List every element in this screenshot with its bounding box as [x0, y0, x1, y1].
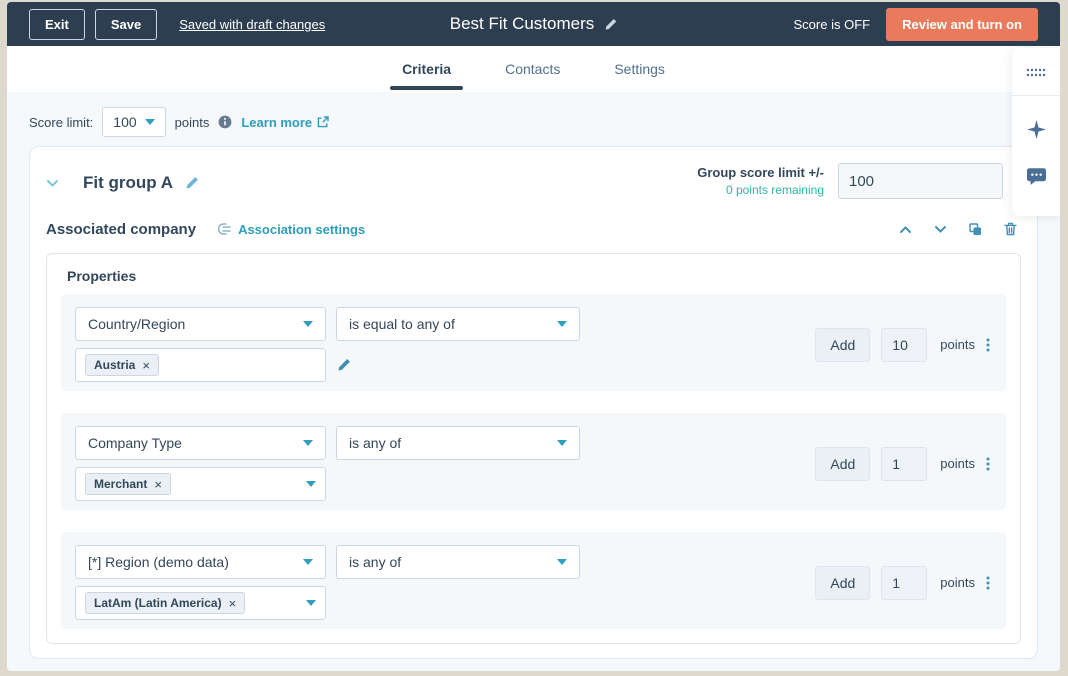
add-button[interactable]: Add — [815, 328, 870, 362]
score-limit-dropdown[interactable]: 100 — [102, 107, 165, 137]
row-options-dots-icon[interactable] — [986, 576, 990, 590]
collapse-chevron-icon[interactable] — [46, 179, 59, 188]
top-bar: Exit Save Saved with draft changes Best … — [7, 2, 1060, 46]
chevron-down-icon — [145, 119, 155, 125]
points-input[interactable] — [881, 328, 927, 362]
delete-trash-icon[interactable] — [1004, 222, 1017, 236]
association-icon — [218, 223, 232, 235]
properties-container: Properties Country/Region is equal to an… — [46, 253, 1021, 644]
group-name: Fit group A — [83, 173, 173, 193]
chevron-down-icon — [303, 440, 313, 446]
points-unit-label: points — [940, 337, 975, 352]
points-remaining-text: 0 points remaining — [697, 183, 824, 197]
chevron-down-icon — [557, 559, 567, 565]
value-chip: LatAm (Latin America) × — [85, 592, 245, 614]
chip-label: LatAm (Latin America) — [94, 596, 222, 610]
score-limit-value: 100 — [113, 114, 136, 130]
value-multiselect-box[interactable]: Merchant × — [75, 467, 326, 501]
info-icon[interactable] — [218, 115, 232, 129]
property-select-value: Country/Region — [88, 316, 185, 332]
operator-select-value: is any of — [349, 554, 401, 570]
draft-status-link[interactable]: Saved with draft changes — [179, 17, 325, 32]
chevron-down-icon — [557, 440, 567, 446]
ai-sparkle-icon[interactable] — [1027, 120, 1046, 144]
chevron-down-icon — [557, 321, 567, 327]
association-settings-label: Association settings — [238, 222, 365, 237]
group-score-limit-label: Group score limit +/- — [697, 165, 824, 180]
add-button[interactable]: Add — [815, 566, 870, 600]
association-settings-link[interactable]: Association settings — [218, 222, 365, 237]
duplicate-icon[interactable] — [969, 223, 982, 236]
property-select-value: Company Type — [88, 435, 182, 451]
chevron-down-icon — [306, 481, 316, 487]
content-area: Score limit: 100 points Learn more — [7, 92, 1060, 671]
fit-group-header: Fit group A Group score limit +/- 0 poin… — [46, 163, 1021, 199]
external-link-icon — [317, 116, 329, 128]
value-chip: Merchant × — [85, 473, 171, 495]
chevron-down-icon — [306, 600, 316, 606]
chevron-down-icon — [303, 321, 313, 327]
group-actions — [899, 222, 1021, 236]
page-title-wrap: Best Fit Customers — [450, 14, 618, 34]
points-unit-label: points — [940, 575, 975, 590]
chevron-down-icon — [303, 559, 313, 565]
properties-heading: Properties — [67, 268, 1006, 284]
group-score-limit-input[interactable] — [838, 163, 1003, 199]
condition-row-company-type: Company Type is any of Mercha — [61, 413, 1006, 510]
associated-company-row: Associated company Association settings — [46, 215, 1021, 243]
score-limit-unit: points — [175, 115, 210, 130]
property-select[interactable]: Country/Region — [75, 307, 326, 341]
value-multiselect-box[interactable]: LatAm (Latin America) × — [75, 586, 326, 620]
topbar-right: Score is OFF Review and turn on — [794, 8, 1038, 41]
app-window: Exit Save Saved with draft changes Best … — [7, 2, 1060, 671]
move-down-chevron-icon[interactable] — [934, 225, 947, 234]
tab-contacts[interactable]: Contacts — [501, 46, 564, 92]
row-options-dots-icon[interactable] — [986, 338, 990, 352]
chip-label: Austria — [94, 358, 135, 372]
tab-bar: Criteria Contacts Settings — [7, 46, 1060, 92]
chip-label: Merchant — [94, 477, 147, 491]
row-options-dots-icon[interactable] — [986, 457, 990, 471]
add-button[interactable]: Add — [815, 447, 870, 481]
edit-group-pencil-icon[interactable] — [185, 176, 199, 190]
page-title: Best Fit Customers — [450, 14, 595, 34]
condition-row-region: [*] Region (demo data) is any of — [61, 532, 1006, 629]
floating-tools-panel — [1012, 48, 1060, 216]
save-button[interactable]: Save — [95, 9, 157, 40]
tab-settings[interactable]: Settings — [610, 46, 669, 92]
move-up-chevron-icon[interactable] — [899, 225, 912, 234]
panel-divider — [1012, 95, 1060, 96]
property-select-value: [*] Region (demo data) — [88, 554, 229, 570]
value-input-box[interactable]: Austria × — [75, 348, 326, 382]
remove-chip-icon[interactable]: × — [142, 359, 150, 372]
remove-chip-icon[interactable]: × — [154, 478, 162, 491]
associated-company-title: Associated company — [46, 221, 196, 238]
operator-select[interactable]: is any of — [336, 545, 580, 579]
learn-more-link[interactable]: Learn more — [241, 115, 329, 130]
value-chip: Austria × — [85, 354, 159, 376]
tab-criteria[interactable]: Criteria — [398, 46, 455, 92]
remove-chip-icon[interactable]: × — [229, 597, 237, 610]
edit-title-pencil-icon[interactable] — [604, 18, 617, 31]
property-select[interactable]: [*] Region (demo data) — [75, 545, 326, 579]
operator-select[interactable]: is any of — [336, 426, 580, 460]
score-status-text: Score is OFF — [794, 17, 871, 32]
edit-values-pencil-icon[interactable] — [337, 358, 351, 372]
operator-select-value: is equal to any of — [349, 316, 455, 332]
property-select[interactable]: Company Type — [75, 426, 326, 460]
points-input[interactable] — [881, 566, 927, 600]
exit-button[interactable]: Exit — [29, 9, 85, 40]
learn-more-label: Learn more — [241, 115, 312, 130]
fit-group-card: Fit group A Group score limit +/- 0 poin… — [29, 146, 1038, 659]
condition-row-country: Country/Region is equal to any of — [61, 294, 1006, 391]
operator-select[interactable]: is equal to any of — [336, 307, 580, 341]
points-unit-label: points — [940, 456, 975, 471]
review-turn-on-button[interactable]: Review and turn on — [886, 8, 1038, 41]
score-limit-label: Score limit: — [29, 115, 93, 130]
operator-select-value: is any of — [349, 435, 401, 451]
grid-dots-drag-handle-icon[interactable] — [1026, 48, 1046, 95]
comments-icon[interactable] — [1027, 168, 1046, 190]
score-limit-row: Score limit: 100 points Learn more — [7, 92, 1060, 138]
points-input[interactable] — [881, 447, 927, 481]
